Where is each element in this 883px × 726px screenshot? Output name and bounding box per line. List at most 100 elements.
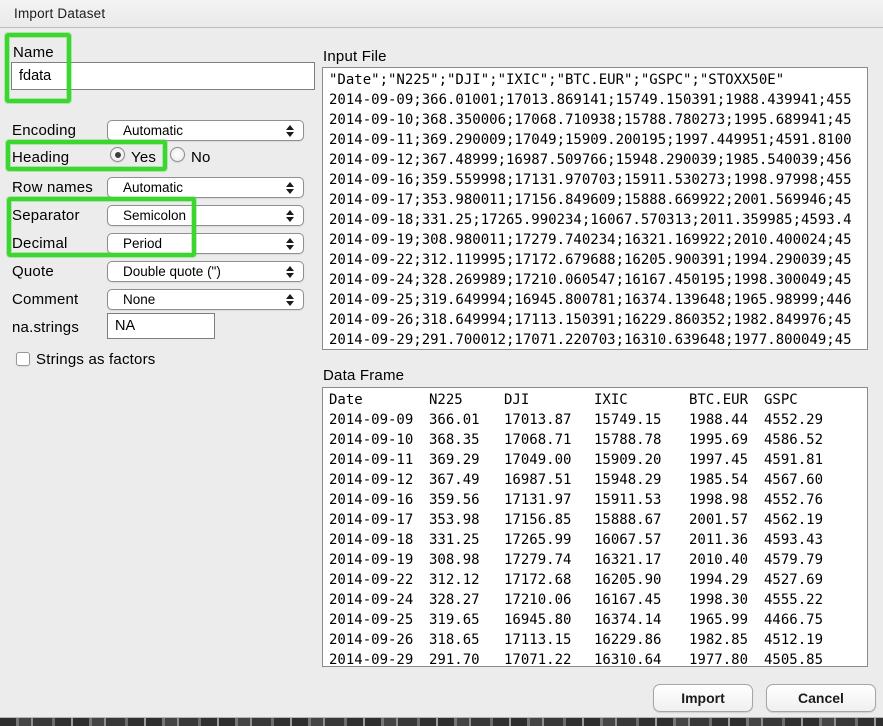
quote-label: Quote [12, 263, 54, 280]
cell-n225: 319.65 [429, 610, 504, 630]
cell-btc-eur: 1985.54 [689, 470, 764, 490]
decimal-select[interactable]: Period [107, 233, 304, 254]
na-strings-field[interactable]: NA [107, 313, 215, 339]
decimal-label: Decimal [12, 235, 68, 252]
cell-ixic: 15911.53 [594, 490, 689, 510]
input-file-line: 2014-09-26;318.649994;17113.150391;16229… [329, 310, 867, 330]
cell-dji: 17279.74 [504, 550, 594, 570]
cell-ixic: 16167.45 [594, 590, 689, 610]
cell-n225: 328.27 [429, 590, 504, 610]
cell-dji: 17113.15 [504, 630, 594, 650]
cell-ixic: 16205.90 [594, 570, 689, 590]
data-frame-header-cell: GSPC [764, 390, 867, 410]
separator-label: Separator [12, 207, 80, 224]
table-row: 2014-09-26 318.65 17113.15 16229.86 1982… [329, 630, 867, 650]
row-names-label: Row names [12, 179, 93, 196]
cell-btc-eur: 1994.29 [689, 570, 764, 590]
cell-dji: 17049.00 [504, 450, 594, 470]
cell-date: 2014-09-11 [329, 450, 429, 470]
cell-btc-eur: 1998.30 [689, 590, 764, 610]
cell-ixic: 15749.15 [594, 410, 689, 430]
input-file-line: 2014-09-16;359.559998;17131.970703;15911… [329, 170, 867, 190]
name-field[interactable]: fdata [11, 62, 315, 90]
data-frame-label: Data Frame [323, 367, 404, 384]
cell-gspc: 4579.79 [764, 550, 867, 570]
quote-select[interactable]: Double quote (") [107, 261, 304, 282]
cell-n225: 366.01 [429, 410, 504, 430]
cell-dji: 16945.80 [504, 610, 594, 630]
cell-n225: 359.56 [429, 490, 504, 510]
stepper-icon [286, 238, 294, 250]
cell-date: 2014-09-12 [329, 470, 429, 490]
cancel-button[interactable]: Cancel [766, 684, 876, 712]
table-row: 2014-09-25 319.65 16945.80 16374.14 1965… [329, 610, 867, 630]
heading-yes-radio[interactable] [110, 147, 125, 162]
strings-as-factors-checkbox[interactable] [16, 352, 30, 366]
input-file-line: 2014-09-09;366.01001;17013.869141;15749.… [329, 90, 867, 110]
cell-date: 2014-09-26 [329, 630, 429, 650]
cell-dji: 17013.87 [504, 410, 594, 430]
input-file-box[interactable]: "Date";"N225";"DJI";"IXIC";"BTC.EUR";"GS… [322, 67, 868, 350]
stepper-icon [286, 125, 294, 137]
na-strings-label: na.strings [12, 319, 79, 336]
cell-btc-eur: 1997.45 [689, 450, 764, 470]
cell-ixic: 15948.29 [594, 470, 689, 490]
cell-n225: 369.29 [429, 450, 504, 470]
table-row: 2014-09-11 369.29 17049.00 15909.20 1997… [329, 450, 867, 470]
cell-date: 2014-09-16 [329, 490, 429, 510]
cell-n225: 291.70 [429, 650, 504, 667]
page-title: Import Dataset [14, 6, 105, 21]
cell-ixic: 16321.17 [594, 550, 689, 570]
input-file-line: 2014-09-19;308.980011;17279.740234;16321… [329, 230, 867, 250]
background-window-strip [0, 717, 883, 726]
cell-gspc: 4591.81 [764, 450, 867, 470]
title-bar: Import Dataset [0, 0, 883, 28]
import-button[interactable]: Import [653, 684, 753, 712]
table-row: 2014-09-18 331.25 17265.99 16067.57 2011… [329, 530, 867, 550]
stepper-icon [286, 182, 294, 194]
cell-dji: 17265.99 [504, 530, 594, 550]
separator-select[interactable]: Semicolon [107, 205, 304, 226]
cell-dji: 17156.85 [504, 510, 594, 530]
cell-gspc: 4552.76 [764, 490, 867, 510]
cell-dji: 17172.68 [504, 570, 594, 590]
heading-no-radio[interactable] [170, 147, 185, 162]
encoding-select[interactable]: Automatic [107, 120, 304, 141]
stepper-icon [286, 210, 294, 222]
data-frame-box[interactable]: DateN225DJIIXICBTC.EURGSPC 2014-09-09 36… [322, 387, 868, 667]
data-frame-body: 2014-09-09 366.01 17013.87 15749.15 1988… [329, 410, 867, 667]
data-frame-header-cell: IXIC [594, 390, 689, 410]
data-frame-header-row: DateN225DJIIXICBTC.EURGSPC [329, 390, 867, 410]
comment-select[interactable]: None [107, 289, 304, 310]
cell-btc-eur: 2011.36 [689, 530, 764, 550]
cell-dji: 17210.06 [504, 590, 594, 610]
heading-label: Heading [12, 149, 69, 166]
cell-ixic: 15909.20 [594, 450, 689, 470]
cell-n225: 353.98 [429, 510, 504, 530]
heading-no-label: No [191, 149, 211, 166]
input-file-line: 2014-09-29;291.700012;17071.220703;16310… [329, 330, 867, 350]
input-file-line: 2014-09-10;368.350006;17068.710938;15788… [329, 110, 867, 130]
cell-date: 2014-09-22 [329, 570, 429, 590]
table-row: 2014-09-09 366.01 17013.87 15749.15 1988… [329, 410, 867, 430]
stepper-icon [286, 266, 294, 278]
cell-n225: 368.35 [429, 430, 504, 450]
cell-gspc: 4593.43 [764, 530, 867, 550]
cell-dji: 16987.51 [504, 470, 594, 490]
cell-n225: 367.49 [429, 470, 504, 490]
cell-date: 2014-09-09 [329, 410, 429, 430]
table-row: 2014-09-24 328.27 17210.06 16167.45 1998… [329, 590, 867, 610]
cell-date: 2014-09-24 [329, 590, 429, 610]
cell-gspc: 4527.69 [764, 570, 867, 590]
cell-date: 2014-09-25 [329, 610, 429, 630]
data-frame-header-cell: BTC.EUR [689, 390, 764, 410]
input-file-line: 2014-09-22;312.119995;17172.679688;16205… [329, 250, 867, 270]
input-file-line: "Date";"N225";"DJI";"IXIC";"BTC.EUR";"GS… [329, 70, 867, 90]
row-names-select[interactable]: Automatic [107, 177, 304, 198]
cell-gspc: 4567.60 [764, 470, 867, 490]
input-file-line: 2014-09-17;353.980011;17156.849609;15888… [329, 190, 867, 210]
cell-ixic: 15788.78 [594, 430, 689, 450]
input-file-line: 2014-09-11;369.290009;17049;15909.200195… [329, 130, 867, 150]
comment-value: None [123, 292, 155, 307]
cell-date: 2014-09-18 [329, 530, 429, 550]
